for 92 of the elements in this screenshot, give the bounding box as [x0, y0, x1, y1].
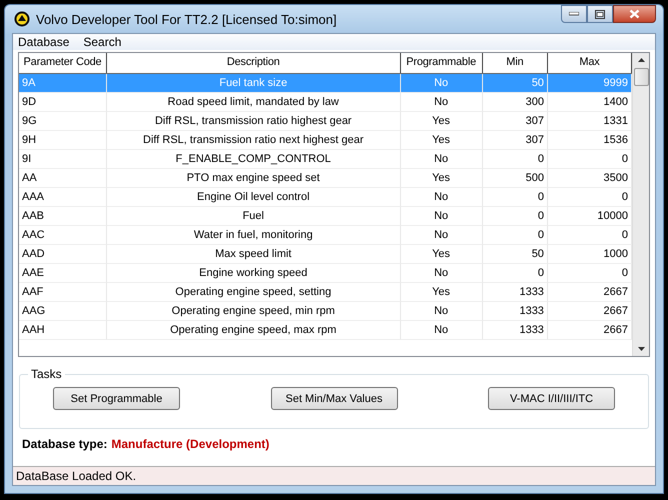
table-cell: Engine working speed [107, 264, 401, 283]
task-button[interactable]: Set Programmable [53, 387, 180, 410]
maximize-button[interactable] [587, 5, 613, 23]
table-cell: Diff RSL, transmission ratio next highest gear [107, 131, 401, 150]
table-cell: No [400, 207, 483, 226]
close-icon [629, 9, 640, 19]
table-cell: AA [19, 169, 108, 188]
table-cell: Operating engine speed, min rpm [107, 302, 401, 321]
column-header[interactable]: Min [482, 53, 548, 73]
scroll-thumb[interactable] [634, 68, 648, 86]
table-cell: 307 [482, 131, 548, 150]
table-cell: Engine Oil level control [107, 188, 401, 207]
scroll-down-icon[interactable] [638, 347, 644, 351]
table-row[interactable]: AAH Operating engine speed, max rpm No 1333 2667 [19, 321, 632, 340]
table-cell: Operating engine speed, setting [107, 283, 401, 302]
table-cell: 9D [19, 93, 108, 112]
table-cell: AAE [19, 264, 108, 283]
table-row[interactable]: AAE Engine working speed No 0 0 [19, 264, 632, 283]
table-row[interactable]: AA PTO max engine speed set Yes 500 3500 [19, 169, 632, 188]
table-cell: Yes [400, 245, 483, 264]
table-cell: F_ENABLE_COMP_CONTROL [107, 150, 401, 169]
menu-item[interactable]: Database [18, 35, 70, 49]
table-cell: 50 [482, 245, 548, 264]
table-cell: 0 [482, 264, 548, 283]
database-type-label: Database type: [22, 437, 108, 451]
table-cell: 1333 [482, 283, 548, 302]
table-row[interactable]: AAD Max speed limit Yes 50 1000 [19, 245, 632, 264]
table-row[interactable]: AAG Operating engine speed, min rpm No 1333 2667 [19, 302, 632, 321]
table-cell: No [400, 93, 483, 112]
group-title: Tasks [30, 367, 63, 381]
table-row[interactable]: 9I F_ENABLE_COMP_CONTROL No 0 0 [19, 150, 632, 169]
table-cell: No [400, 226, 483, 245]
table-row[interactable]: AAF Operating engine speed, setting Yes 1333 2667 [19, 283, 632, 302]
maximize-icon [595, 10, 605, 18]
table-cell: 9A [19, 74, 108, 93]
app-logo-icon [14, 11, 30, 27]
minimize-button[interactable] [561, 5, 587, 23]
table-cell: Diff RSL, transmission ratio highest gear [107, 112, 401, 131]
table-cell: No [400, 74, 483, 93]
status-bar: DataBase Loaded OK. [13, 466, 655, 485]
task-button[interactable]: V-MAC I/II/III/ITC [488, 387, 615, 410]
table-cell: 307 [482, 112, 548, 131]
table-cell: No [400, 302, 483, 321]
table-cell: AAB [19, 207, 108, 226]
table-cell: AAH [19, 321, 108, 340]
table-cell: No [400, 150, 483, 169]
table-cell: Water in fuel, monitoring [107, 226, 401, 245]
table-row[interactable]: 9H Diff RSL, transmission ratio next highest gear Yes 307 1536 [19, 131, 632, 150]
menu-item[interactable]: Search [83, 35, 122, 49]
table-cell: Fuel tank size [107, 74, 401, 93]
task-button[interactable]: Set Min/Max Values [270, 387, 398, 410]
table-cell: AAF [19, 283, 108, 302]
table-cell: 50 [482, 74, 548, 93]
table-cell: Fuel [107, 207, 401, 226]
scroll-up-icon[interactable] [638, 58, 644, 62]
table-cell: Max speed limit [107, 245, 401, 264]
table-cell: AAC [19, 226, 108, 245]
scrollbar[interactable] [632, 53, 649, 356]
window-title: Volvo Developer Tool For TT2.2 [Licensed To:simon] [36, 12, 338, 26]
table-cell: 9G [19, 112, 108, 131]
table-cell: No [400, 264, 483, 283]
table-cell: 300 [482, 93, 548, 112]
table-cell: 1333 [482, 321, 548, 340]
table-cell: Yes [400, 131, 483, 150]
table-row[interactable]: 9D Road speed limit, mandated by law No 300 1400 [19, 93, 632, 112]
table-cell: Yes [400, 283, 483, 302]
table-cell: No [400, 188, 483, 207]
table-cell: 0 [482, 226, 548, 245]
minimize-icon [569, 12, 579, 16]
table-cell: 1333 [482, 302, 548, 321]
table-cell: 9I [19, 150, 108, 169]
table-row[interactable]: AAA Engine Oil level control No 0 0 [19, 188, 632, 207]
table-cell: Road speed limit, mandated by law [107, 93, 401, 112]
table-cell: Yes [400, 169, 483, 188]
table-cell: 0 [482, 150, 548, 169]
close-button[interactable] [613, 5, 656, 23]
table-cell: AAG [19, 302, 108, 321]
table-cell: AAA [19, 188, 108, 207]
database-type-value: Manufacture (Development) [111, 437, 270, 451]
table-cell: 500 [482, 169, 548, 188]
table-cell: Yes [400, 112, 483, 131]
table-cell: 0 [482, 207, 548, 226]
table-cell: Operating engine speed, max rpm [107, 321, 401, 340]
table-row[interactable]: 9G Diff RSL, transmission ratio highest gear Yes 307 1331 [19, 112, 632, 131]
table-cell: AAD [19, 245, 108, 264]
table-cell: No [400, 321, 483, 340]
table-cell: PTO max engine speed set [107, 169, 401, 188]
table-row[interactable]: AAB Fuel No 0 10000 [19, 207, 632, 226]
table-cell: 0 [482, 188, 548, 207]
table-row[interactable]: AAC Water in fuel, monitoring No 0 0 [19, 226, 632, 245]
column-header[interactable]: Programmable [400, 53, 483, 73]
table-cell: 9H [19, 131, 108, 150]
